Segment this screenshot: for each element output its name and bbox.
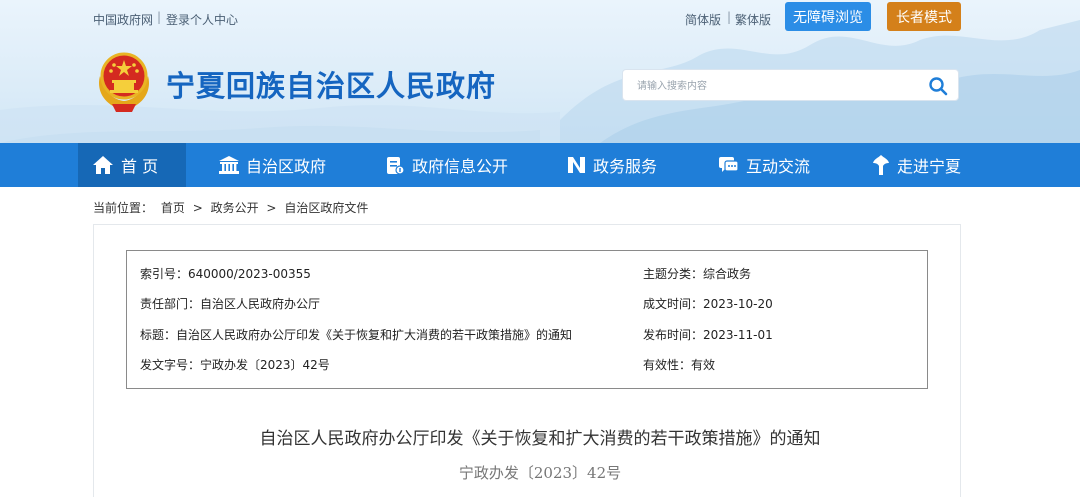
nav-item-government[interactable]: 自治区政府 <box>219 143 326 187</box>
nav-label-interaction: 互动交流 <box>746 157 811 176</box>
simplified-link[interactable]: 简体版 <box>685 11 721 28</box>
info-validity: 有效性：有效 <box>643 358 716 372</box>
nav-label-explore: 走进宁夏 <box>897 157 962 176</box>
chat-icon <box>719 157 739 172</box>
info-topic: 主题分类：综合政务 <box>643 267 752 281</box>
info-title: 标题：自治区人民政府办公厅印发《关于恢复和扩大消费的若干政策措施》的通知 <box>140 328 573 342</box>
nav-item-info-disclosure[interactable]: 政府信息公开 <box>386 143 508 187</box>
gov-portal-link[interactable]: 中国政府网 <box>93 11 153 28</box>
nav-label-government: 自治区政府 <box>246 157 327 176</box>
nav-item-explore[interactable]: 走进宁夏 <box>872 143 961 187</box>
breadcrumb-prefix: 当前位置： <box>93 201 154 215</box>
national-emblem-icon <box>99 52 149 112</box>
breadcrumb-item-public-affairs[interactable]: 政务公开 <box>211 201 259 215</box>
search-input[interactable] <box>637 77 917 95</box>
explore-icon <box>873 155 889 175</box>
document-title: 自治区人民政府办公厅印发《关于恢复和扩大消费的若干政策措施》的通知 <box>259 429 821 449</box>
info-document-number: 发文字号：宁政办发〔2023〕42号 <box>140 358 330 372</box>
service-icon <box>568 157 585 173</box>
nav-item-interaction[interactable]: 互动交流 <box>718 143 810 187</box>
nav-item-home[interactable]: 首 页 <box>92 143 158 187</box>
info-created-date: 成文时间：2023-10-20 <box>643 297 773 311</box>
document-number: 宁政办发〔2023〕42号 <box>458 464 622 482</box>
accessibility-button[interactable]: 无障碍浏览 <box>785 2 871 31</box>
site-header: 中国政府网 | 登录个人中心 简体版 | 繁体版 无障碍浏览 长者模式 宁夏回族… <box>0 0 1080 143</box>
info-published-date: 发布时间：2023-11-01 <box>643 328 773 342</box>
info-department: 责任部门：自治区人民政府办公厅 <box>140 297 321 311</box>
breadcrumb: 当前位置： 首页 > 政务公开 > 自治区政府文件 <box>93 199 372 216</box>
info-disclosure-icon <box>387 156 405 175</box>
breadcrumb-item-gov-documents[interactable]: 自治区政府文件 <box>284 201 368 215</box>
elder-mode-button[interactable]: 长者模式 <box>887 2 961 31</box>
home-icon <box>93 156 113 174</box>
lang-separator: | <box>727 10 732 24</box>
nav-label-services: 政务服务 <box>593 157 658 176</box>
search-icon[interactable] <box>928 76 948 96</box>
site-title: 宁夏回族自治区人民政府 <box>166 69 497 103</box>
nav-label-home: 首 页 <box>121 157 159 176</box>
breadcrumb-item-home[interactable]: 首页 <box>161 201 185 215</box>
main-nav: 首 页 自治区政府 政府信息公开 政务服务 互动交流 走进宁夏 <box>0 143 1080 187</box>
government-building-icon <box>219 156 239 174</box>
traditional-link[interactable]: 繁体版 <box>735 11 771 28</box>
search-box <box>622 69 959 101</box>
nav-item-services[interactable]: 政务服务 <box>567 143 657 187</box>
info-index-number: 索引号：640000/2023-00355 <box>140 267 311 281</box>
breadcrumb-separator: > <box>266 201 277 215</box>
nav-label-info-disclosure: 政府信息公开 <box>412 157 509 176</box>
breadcrumb-separator: > <box>192 201 203 215</box>
top-separator: | <box>157 10 162 24</box>
login-link[interactable]: 登录个人中心 <box>166 11 238 28</box>
